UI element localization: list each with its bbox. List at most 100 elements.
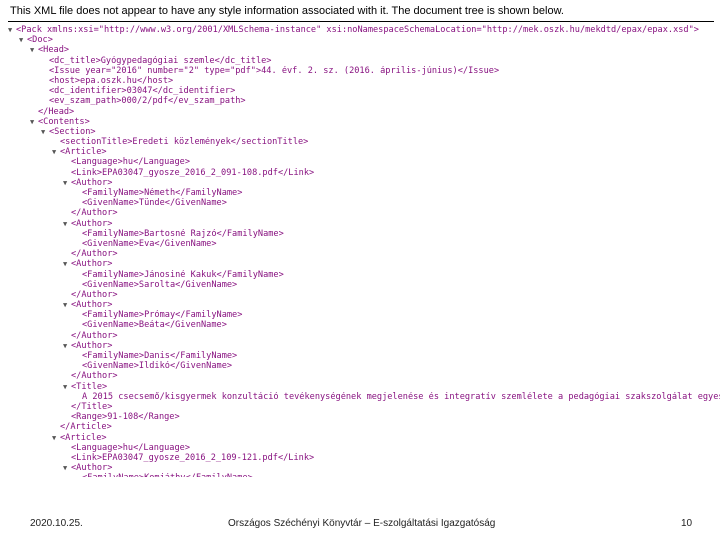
xml-line-text: <GivenName>Tünde</GivenName>: [82, 198, 227, 209]
collapse-toggle-icon[interactable]: ▼: [63, 178, 71, 188]
collapse-toggle-icon[interactable]: ▼: [63, 300, 71, 310]
xml-line-text: <Author>: [71, 177, 113, 188]
xml-line-text: <Pack xmlns:xsi="http://www.w3.org/2001/…: [16, 25, 699, 35]
xml-line: </Author>: [8, 290, 720, 300]
xml-line: <sectionTitle>Eredeti közlemények</secti…: [8, 137, 720, 147]
xml-line-text: <Author>: [71, 218, 113, 229]
xml-line: <FamilyName>Jánosiné Kakuk</FamilyName>: [8, 270, 720, 280]
xml-line-text: <FamilyName>Németh</FamilyName>: [82, 188, 243, 198]
xml-line-text: <Author>: [71, 259, 113, 270]
xml-line-text: <Link>EPA03047_gyosze_2016_2_109-121.pdf…: [71, 452, 315, 463]
xml-line: <Range>91-108</Range>: [8, 412, 720, 422]
xml-line: <ev_szam_path>000/2/pdf</ev_szam_path>: [8, 96, 720, 106]
xml-line-text: <Author>: [71, 463, 113, 474]
xml-tree: ▼ <Pack xmlns:xsi="http://www.w3.org/2001…: [8, 25, 720, 477]
collapse-toggle-icon[interactable]: ▼: [63, 259, 71, 269]
xml-line-text: <Head>: [38, 45, 70, 56]
xml-line-text: <Issue year="2016" number="2" type="pdf"…: [49, 65, 500, 76]
xml-line-text: <ev_szam_path>000/2/pdf</ev_szam_path>: [49, 96, 246, 107]
xml-line-text: <GivenName>Sarolta</GivenName>: [82, 279, 238, 290]
collapse-toggle-icon[interactable]: ▼: [63, 341, 71, 351]
xml-line: <GivenName>Ildikó</GivenName>: [8, 361, 720, 371]
xml-line: </Author>: [8, 331, 720, 341]
xml-line-text: </Article>: [60, 422, 112, 433]
xml-line-text: <GivenName>Beáta</GivenName>: [82, 320, 227, 331]
xml-line: <Issue year="2016" number="2" type="pdf"…: [8, 66, 720, 76]
xml-line-text: <Author>: [71, 340, 113, 351]
xml-line: ▼ <Contents>: [8, 117, 720, 127]
xml-line: ▼ <Section>: [8, 127, 720, 137]
xml-line: ▼ <Author>: [8, 178, 720, 188]
xml-line-text: <FamilyName>Bartosné Rajzó</FamilyName>: [82, 228, 284, 239]
xml-line: </Title>: [8, 402, 720, 412]
xml-line: ▼ <Pack xmlns:xsi="http://www.w3.org/2001…: [8, 25, 720, 35]
collapse-toggle-icon[interactable]: ▼: [30, 117, 38, 127]
xml-notice: This XML file does not appear to have an…: [10, 5, 564, 17]
xml-line-text: <Doc>: [27, 35, 53, 46]
footer-title: Országos Széchényi Könyvtár – E-szolgált…: [228, 518, 496, 529]
xml-line: <GivenName>Éva</GivenName>: [8, 239, 720, 249]
collapse-toggle-icon[interactable]: ▼: [52, 433, 60, 443]
xml-line-text: </Head>: [38, 106, 75, 117]
xml-line-text: <Language>hu</Language>: [71, 442, 190, 453]
xml-line: ▼ <Author>: [8, 463, 720, 473]
xml-line: ▼ <Title>: [8, 382, 720, 392]
collapse-toggle-icon[interactable]: ▼: [63, 219, 71, 229]
xml-line: ▼ <Author>: [8, 259, 720, 269]
collapse-toggle-icon[interactable]: ▼: [63, 463, 71, 473]
xml-line: <host>epa.oszk.hu</host>: [8, 76, 720, 86]
xml-line: </Author>: [8, 208, 720, 218]
xml-line-text: <Language>hu</Language>: [71, 157, 190, 168]
footer-date: 2020.10.25.: [30, 518, 83, 529]
xml-line-text: <Contents>: [38, 116, 90, 127]
collapse-toggle-icon[interactable]: ▼: [52, 147, 60, 157]
xml-line: <Language>hu</Language>: [8, 443, 720, 453]
xml-line: <dc_identifier>03047</dc_identifier>: [8, 86, 720, 96]
footer-page-number: 10: [681, 518, 693, 529]
xml-line: ▼ <Head>: [8, 45, 720, 55]
xml-line: <FamilyName>Németh</FamilyName>: [8, 188, 720, 198]
collapse-toggle-icon[interactable]: ▼: [41, 127, 49, 137]
collapse-toggle-icon[interactable]: ▼: [30, 45, 38, 55]
xml-line: </Head>: [8, 107, 720, 117]
collapse-toggle-icon[interactable]: ▼: [8, 25, 16, 35]
xml-line-text: </Title>: [71, 401, 113, 412]
xml-line: <Language>hu</Language>: [8, 157, 720, 167]
xml-line: <Link>EPA03047_gyosze_2016_2_109-121.pdf…: [8, 453, 720, 463]
xml-line-text: <FamilyName>Jánosiné Kakuk</FamilyName>: [82, 269, 284, 280]
xml-line: </Author>: [8, 371, 720, 381]
divider: [8, 21, 714, 22]
xml-line-text: </Author>: [71, 289, 118, 300]
xml-line: </Article>: [8, 422, 720, 432]
xml-line-text: <host>epa.oszk.hu</host>: [49, 75, 174, 86]
xml-line: <Link>EPA03047_gyosze_2016_2_091-108.pdf…: [8, 168, 720, 178]
xml-line: <FamilyName>Danis</FamilyName>: [8, 351, 720, 361]
xml-line-text: A 2015 csecsemő/kisgyermek konzultáció t…: [82, 391, 720, 402]
xml-line-text: </Author>: [71, 208, 118, 219]
collapse-toggle-icon[interactable]: ▼: [19, 35, 27, 45]
xml-line: <GivenName>Beáta</GivenName>: [8, 320, 720, 330]
xml-line-text: <Article>: [60, 147, 107, 158]
xml-line-text: <Author>: [71, 300, 113, 311]
xml-line: <GivenName>Tünde</GivenName>: [8, 198, 720, 208]
xml-line-text: <FamilyName>Komjáthy</FamilyName>: [82, 473, 253, 477]
xml-line-text: <FamilyName>Prómay</FamilyName>: [82, 310, 243, 321]
xml-line-text: <sectionTitle>Eredeti közlemények</secti…: [60, 137, 309, 148]
xml-line-text: <Section>: [49, 126, 96, 137]
xml-line: <GivenName>Sarolta</GivenName>: [8, 280, 720, 290]
xml-line-text: <GivenName>Éva</GivenName>: [82, 238, 217, 249]
xml-line: <FamilyName>Prómay</FamilyName>: [8, 310, 720, 320]
xml-line: <FamilyName>Bartosné Rajzó</FamilyName>: [8, 229, 720, 239]
xml-line: <dc_title>Gyógypedagógiai szemle</dc_tit…: [8, 56, 720, 66]
xml-line: </Author>: [8, 249, 720, 259]
xml-line: ▼ <Author>: [8, 219, 720, 229]
xml-line: ▼ <Article>: [8, 433, 720, 443]
xml-line-text: </Author>: [71, 249, 118, 260]
collapse-toggle-icon[interactable]: ▼: [63, 382, 71, 392]
xml-line-text: </Author>: [71, 371, 118, 382]
xml-line-text: <Article>: [60, 432, 107, 443]
xml-line-text: <Link>EPA03047_gyosze_2016_2_091-108.pdf…: [71, 167, 315, 178]
xml-line: ▼ <Author>: [8, 300, 720, 310]
xml-line-text: <Range>91-108</Range>: [71, 412, 180, 423]
xml-line: <FamilyName>Komjáthy</FamilyName>: [8, 473, 720, 477]
